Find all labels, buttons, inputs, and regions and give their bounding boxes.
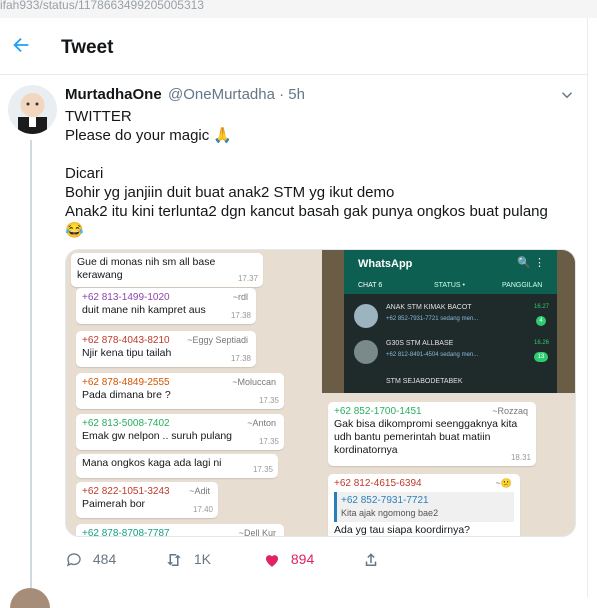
avatar	[354, 340, 378, 364]
reply-icon	[66, 553, 81, 567]
url-bar[interactable]: ifah933/status/1178663499205005313	[0, 0, 597, 18]
scrollbar-track[interactable]	[587, 18, 597, 597]
list-item: ANAK STM KIMAK BACOT	[386, 304, 472, 311]
chat-screenshot-left[interactable]: Gue di monas nih sm all base kerawang 17.…	[66, 250, 319, 536]
tab-status: STATUS •	[434, 282, 465, 289]
heart-icon	[266, 555, 278, 568]
share-button[interactable]	[362, 551, 380, 569]
unread-badge: 4	[536, 316, 546, 326]
share-icon	[365, 553, 377, 567]
chat-bubble: Gue di monas nih sm all base kerawang 17.…	[71, 253, 263, 287]
chat-bubble: +62 878-8708-7787 ~Dell Kur	[76, 524, 284, 536]
avatar	[354, 304, 378, 328]
chevron-down-icon[interactable]	[558, 86, 576, 104]
avatar[interactable]	[8, 85, 57, 134]
display-name[interactable]: MurtadhaOne	[65, 86, 162, 103]
unread-badge: 13	[534, 352, 548, 362]
retweet-icon	[167, 554, 181, 567]
list-item: G30S STM ALLBASE	[386, 340, 454, 347]
handle[interactable]: @OneMurtadha	[168, 86, 275, 103]
whatsapp-screen: WhatsApp 🔍 ⋮ CHAT 6 STATUS • PANGGILAN A…	[344, 250, 557, 393]
reply-button[interactable]: 484	[65, 551, 116, 569]
tweet-media[interactable]: Gue di monas nih sm all base kerawang 17.…	[65, 249, 576, 537]
whatsapp-title: WhatsApp	[358, 258, 413, 270]
chat-bubble: +62 812-4615-6394 ~😕 +62 852-7931-7721 Ki…	[328, 474, 520, 536]
separator: ·	[279, 86, 285, 103]
chat-bubble: +62 813-5008-7402 ~Anton Emak gw nelpon .…	[76, 414, 284, 450]
chat-bubble: +62 878-4043-8210 ~Eggy Septiadi Njir ken…	[76, 331, 256, 367]
list-item: STM SEJABODETABEK	[386, 378, 463, 385]
tab-chat: CHAT 6	[358, 282, 383, 289]
chat-bubble: Mana ongkos kaga ada lagi ni 17.35	[76, 454, 278, 478]
chat-bubble: +62 852-1700-1451 ~Rozzaq Gak bisa dikomp…	[328, 402, 536, 466]
handle-time[interactable]: @OneMurtadha · 5h	[168, 86, 305, 103]
tab-calls: PANGGILAN	[502, 282, 543, 289]
whatsapp-photo[interactable]: WhatsApp 🔍 ⋮ CHAT 6 STATUS • PANGGILAN A…	[322, 250, 575, 393]
retweet-count: 1K	[193, 551, 212, 567]
chat-bubble: +62 878-4849-2555 ~Moluccan Pada dimana b…	[76, 373, 284, 409]
page-title: Tweet	[61, 37, 114, 58]
like-count: 894	[290, 551, 315, 567]
chat-list: ANAK STM KIMAK BACOT +62 852-7931-7721 s…	[344, 294, 557, 393]
reply-count: 484	[92, 551, 117, 567]
tweet-text: TWITTER Please do your magic 🙏 Dicari Bo…	[65, 108, 548, 239]
timestamp[interactable]: 5h	[288, 86, 305, 103]
retweet-button[interactable]: 1K	[164, 551, 211, 569]
chat-bubble: +62 822-1051-3243 ~Adit Paimerah bor 17.40	[76, 482, 218, 518]
thread-line	[30, 140, 32, 590]
like-button[interactable]: 894	[263, 551, 314, 569]
search-icon: 🔍 ⋮	[517, 257, 545, 269]
chat-bubble: +62 813-1499-1020 ~rdl duit mane nih kamp…	[76, 288, 256, 324]
arrow-left-icon[interactable]	[8, 34, 34, 60]
chat-screenshot-right[interactable]: +62 852-1700-1451 ~Rozzaq Gak bisa dikomp…	[322, 396, 575, 536]
next-tweet-avatar[interactable]	[10, 588, 50, 608]
tweet-header: Tweet	[0, 18, 588, 75]
